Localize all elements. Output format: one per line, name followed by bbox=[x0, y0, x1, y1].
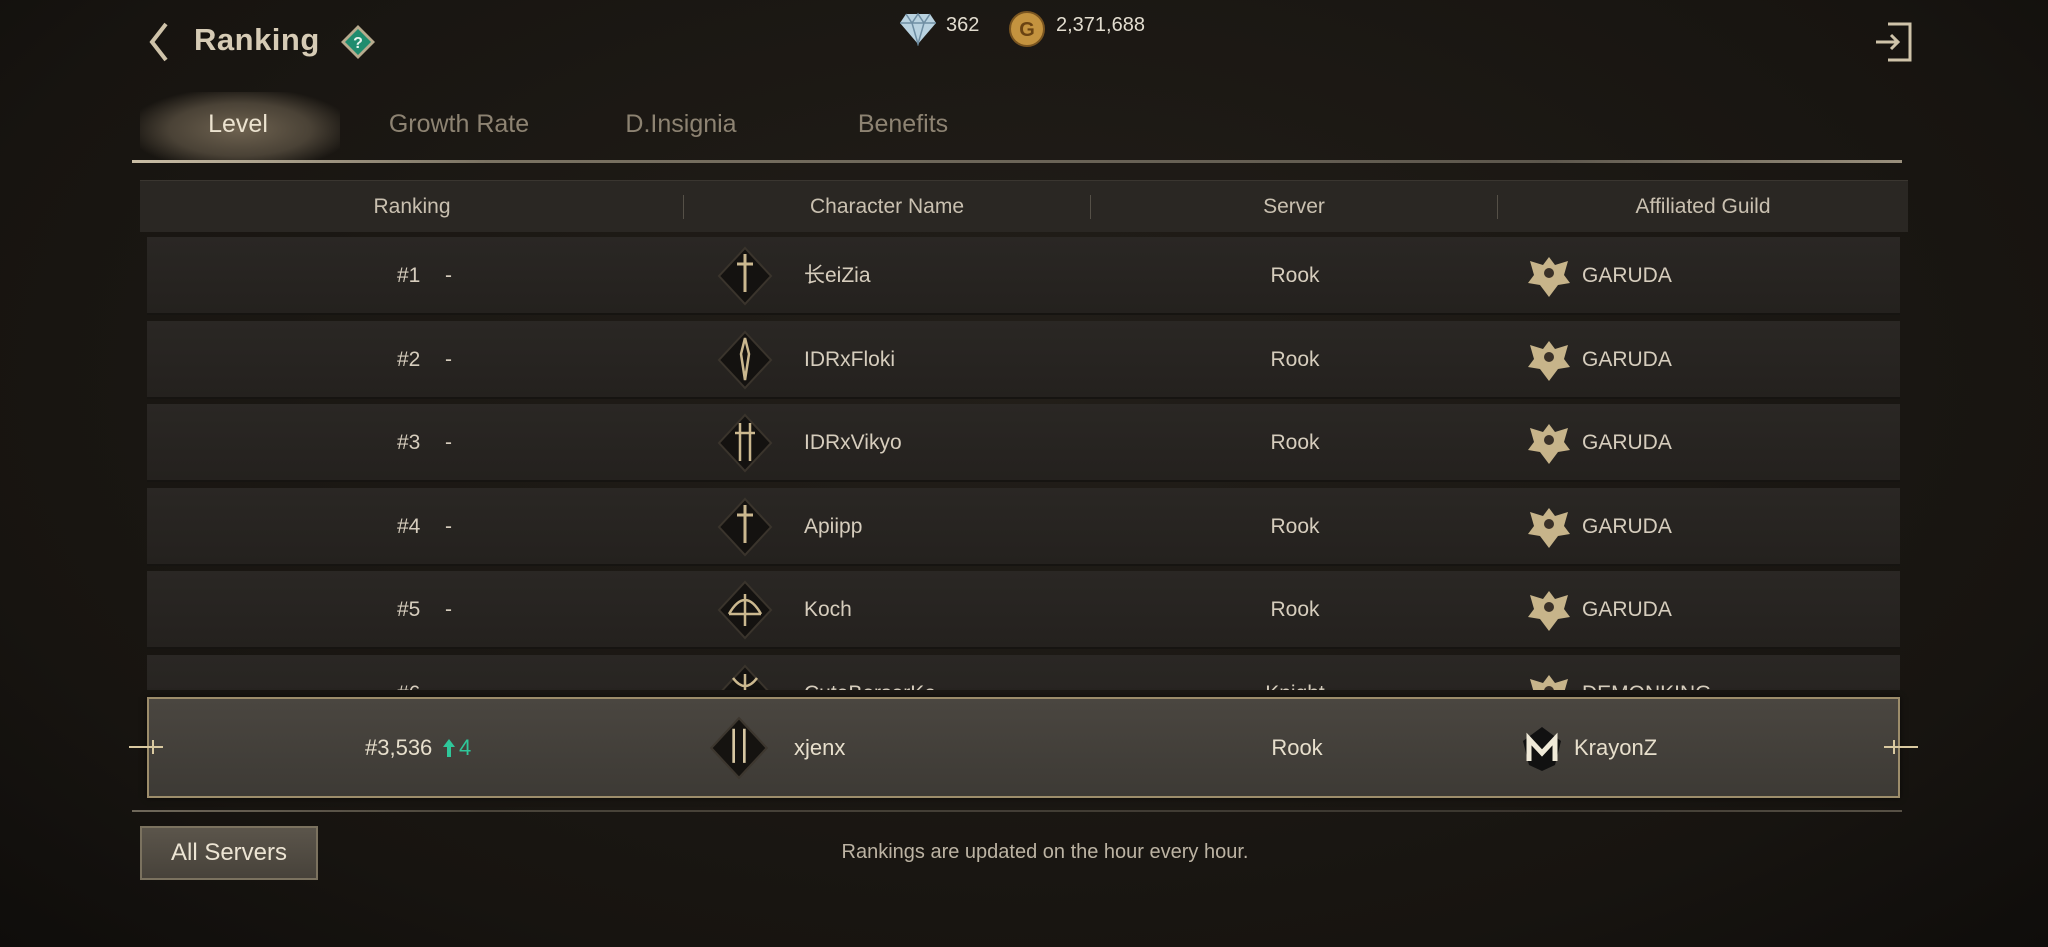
table-header: Ranking Character Name Server Affiliated… bbox=[140, 180, 1908, 232]
svg-text:?: ? bbox=[353, 35, 363, 52]
rank: #4 bbox=[397, 514, 421, 538]
character-name[interactable]: Apiipp bbox=[804, 488, 862, 566]
column-separator bbox=[683, 195, 684, 219]
table-row[interactable]: #4- Apiipp Rook GARUDA bbox=[147, 487, 1900, 566]
my-server: Rook bbox=[1271, 735, 1323, 760]
bow-icon bbox=[717, 580, 773, 640]
m-crest-icon bbox=[1523, 727, 1561, 771]
guild-name[interactable]: GARUDA bbox=[1582, 571, 1672, 649]
exit-icon[interactable] bbox=[1872, 20, 1914, 64]
guild-name[interactable]: GARUDA bbox=[1582, 321, 1672, 399]
server: Rook bbox=[1270, 347, 1320, 371]
twin-daggers-icon bbox=[709, 716, 769, 780]
my-ranking-row[interactable]: #3,536 4 xjenx Rook KrayonZ bbox=[129, 697, 1918, 798]
character-name[interactable]: Koch bbox=[804, 571, 852, 649]
character-name[interactable]: IDRxVikyo bbox=[804, 404, 902, 482]
eagle-crest-icon bbox=[1528, 591, 1570, 631]
table-row[interactable]: #2- IDRxFloki Rook GARUDA bbox=[147, 320, 1900, 399]
help-icon[interactable]: ? bbox=[340, 24, 376, 60]
column-character-name: Character Name bbox=[809, 195, 965, 218]
diamond-count: 362 bbox=[946, 14, 980, 36]
character-name[interactable]: CuteBerserKe bbox=[804, 655, 936, 691]
tab-divider bbox=[132, 160, 1902, 163]
rank-change: - bbox=[445, 264, 452, 287]
rank-change: - bbox=[445, 598, 452, 621]
spear-icon bbox=[717, 330, 773, 389]
guild-name[interactable]: DEMONKING bbox=[1582, 655, 1712, 691]
my-rank-change: 4 bbox=[459, 735, 472, 760]
character-name[interactable]: IDRxFloki bbox=[804, 321, 895, 399]
footer-divider bbox=[132, 810, 1902, 812]
rank: #3 bbox=[397, 431, 421, 454]
character-name[interactable]: 长eiZia bbox=[804, 237, 871, 315]
table-row[interactable]: #5 - Koch Rook GARUDA bbox=[147, 571, 1900, 649]
eagle-crest-icon bbox=[1528, 257, 1570, 297]
rank-change: - bbox=[445, 514, 452, 538]
server: Rook bbox=[1270, 514, 1320, 538]
gold-coin-icon: G bbox=[1009, 11, 1045, 47]
server: Rook bbox=[1270, 431, 1320, 454]
column-affiliated-guild: Affiliated Guild bbox=[1635, 195, 1771, 218]
tab-growth-rate[interactable]: Growth Rate bbox=[389, 110, 529, 139]
diamond-icon bbox=[900, 12, 936, 46]
column-separator bbox=[1090, 195, 1091, 219]
sword-icon bbox=[717, 497, 773, 556]
gold-count: 2,371,688 bbox=[1056, 14, 1145, 36]
axe-icon bbox=[720, 664, 770, 690]
tab-benefits[interactable]: Benefits bbox=[858, 110, 948, 139]
guild-name[interactable]: GARUDA bbox=[1582, 488, 1672, 566]
ranking-list[interactable]: #1- 长eiZia Rook GARUDA #2- IDRxFloki Rook GARUD… bbox=[140, 236, 1908, 690]
table-row[interactable]: #1 - 长eiZia Rook GARUDA bbox=[147, 237, 1900, 315]
guild-name[interactable]: GARUDA bbox=[1582, 404, 1672, 482]
rank-up-arrow-icon bbox=[443, 739, 455, 757]
demon-crest-icon bbox=[1530, 674, 1568, 690]
table-row[interactable]: #6 CuteBerserKe Knight DEMONKING bbox=[147, 654, 1900, 691]
server: Rook bbox=[1270, 264, 1320, 287]
my-rank: #3,536 bbox=[365, 735, 433, 760]
my-guild-name: KrayonZ bbox=[1574, 735, 1658, 760]
twin-blades-icon bbox=[717, 413, 773, 473]
column-separator bbox=[1497, 195, 1498, 219]
guild-name[interactable]: GARUDA bbox=[1582, 237, 1672, 315]
eagle-crest-icon bbox=[1528, 340, 1570, 381]
back-chevron-icon[interactable] bbox=[140, 20, 180, 64]
eagle-crest-icon bbox=[1528, 424, 1570, 464]
rank-change: - bbox=[445, 431, 452, 454]
svg-text:G: G bbox=[1019, 19, 1035, 41]
pin-ornament-icon bbox=[1884, 740, 1918, 754]
rank: #5 bbox=[397, 598, 421, 621]
server: Knight bbox=[1265, 655, 1325, 691]
table-row[interactable]: #3 - IDRxVikyo Rook GARUDA bbox=[147, 404, 1900, 482]
tab-d-insignia[interactable]: D.Insignia bbox=[625, 110, 736, 139]
sword-icon bbox=[717, 246, 773, 306]
eagle-crest-icon bbox=[1528, 507, 1570, 548]
rank: #1 bbox=[397, 264, 421, 287]
server: Rook bbox=[1270, 598, 1320, 621]
column-ranking: Ranking bbox=[373, 195, 451, 218]
rank-change: - bbox=[445, 347, 452, 371]
my-character-name: xjenx bbox=[794, 735, 846, 760]
rank: #2 bbox=[397, 347, 421, 371]
tab-level[interactable]: Level bbox=[208, 110, 268, 139]
pin-ornament-icon bbox=[129, 740, 163, 754]
rank: #6 bbox=[397, 655, 420, 691]
update-note: Rankings are updated on the hour every h… bbox=[841, 841, 1249, 863]
all-servers-button[interactable]: All Servers bbox=[140, 826, 318, 880]
column-server: Server bbox=[1263, 195, 1325, 218]
page-title: Ranking bbox=[194, 22, 320, 57]
